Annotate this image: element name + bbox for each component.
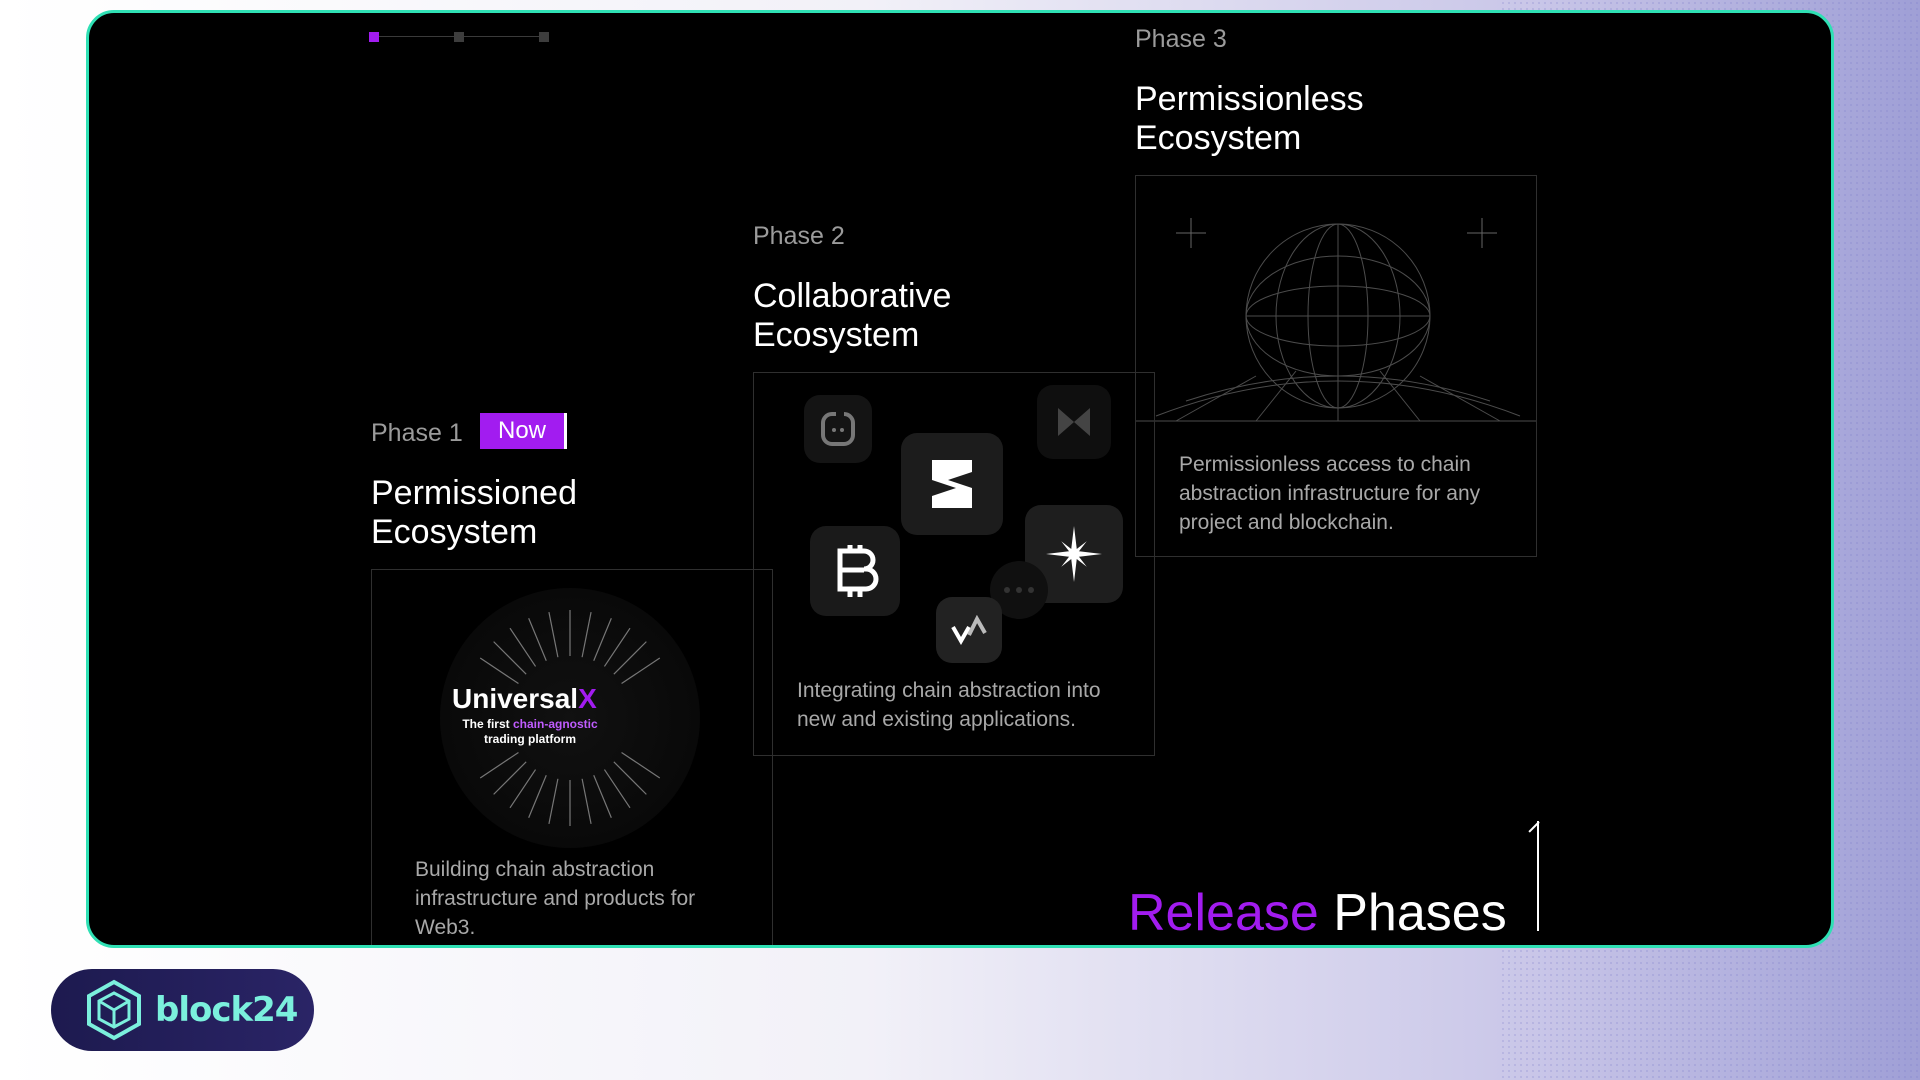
bitcoin-b-icon	[810, 526, 900, 616]
headline-divider	[1537, 821, 1539, 931]
release-phases-headline: Release Phases	[1128, 884, 1507, 942]
phase-3-title: Permissionless Ecosystem	[1135, 80, 1364, 157]
phase-2-label: Phase 2	[753, 222, 845, 250]
slide-frame: Phase 3 Permissionless Ecosystem Permiss…	[86, 10, 1834, 948]
phase-stepper	[369, 31, 549, 43]
phase-1-description: Building chain abstraction infrastructur…	[415, 858, 696, 939]
hexagon-cube-logo-icon	[87, 979, 141, 1041]
universalx-tagline: The first chain-agnostic trading platform	[462, 717, 598, 746]
brand-name: block24	[155, 990, 298, 1030]
stepper-dot-phase-2[interactable]	[454, 32, 464, 42]
phase-2-card: Integrating chain abstraction into new a…	[753, 372, 1155, 756]
phase-1-card: UniversalX The first chain-agnostic tradi…	[371, 569, 773, 945]
phase-3-card: Permissionless access to chain abstracti…	[1135, 175, 1537, 557]
wave-logo-icon	[936, 597, 1002, 663]
phase-3-label: Phase 3	[1135, 25, 1227, 53]
chat-app-icon	[804, 395, 872, 463]
stepper-dot-phase-3[interactable]	[539, 32, 549, 42]
phase-3-description: Permissionless access to chain abstracti…	[1179, 453, 1481, 534]
now-badge: Now	[480, 413, 568, 449]
phase-1-title: Permissioned Ecosystem	[371, 474, 577, 551]
stepper-dot-phase-1[interactable]	[369, 32, 379, 42]
wireframe-globe-icon	[1136, 218, 1536, 422]
phase-1-label: Phase 1	[371, 419, 463, 447]
s-logo-icon	[901, 433, 1003, 535]
brand-badge[interactable]: block24	[51, 969, 314, 1051]
phase-2-title: Collaborative Ecosystem	[753, 277, 952, 354]
universalx-logo: UniversalX	[452, 683, 597, 714]
phase-2-description: Integrating chain abstraction into new a…	[797, 679, 1101, 731]
hourglass-logo-icon	[1037, 385, 1111, 459]
